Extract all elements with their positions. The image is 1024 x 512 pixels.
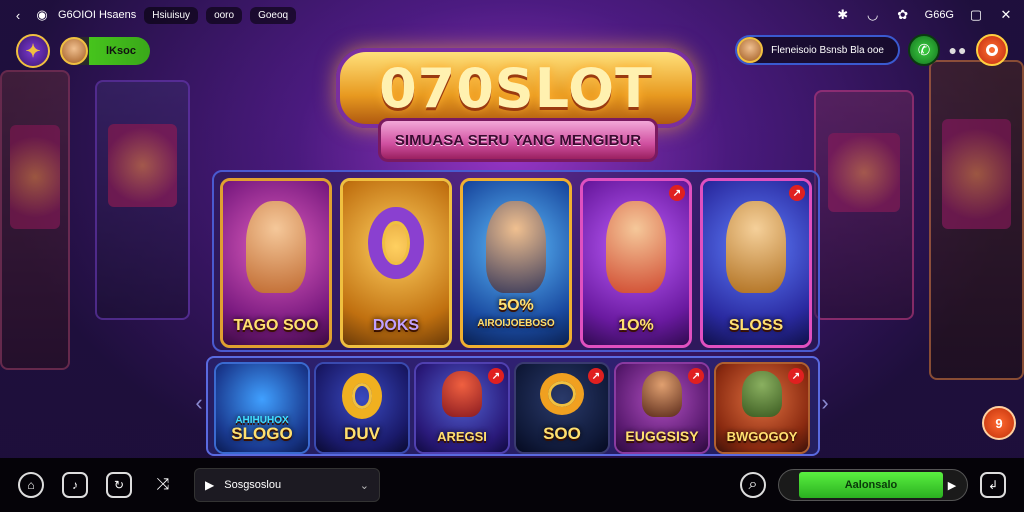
game-card[interactable]: AHIHUHOX SLOGO xyxy=(214,362,310,454)
shuffle-icon: ⤨ xyxy=(156,476,170,493)
game-card[interactable]: ↗ AREGSI xyxy=(414,362,510,454)
game-card-sublabel: AIROIJOEBOSO xyxy=(477,318,555,329)
arcade-machine-left-2 xyxy=(95,80,190,320)
exit-icon: ↲ xyxy=(987,478,999,492)
cta-label: Aalonsalo xyxy=(844,479,898,491)
logo-title: 070SLOT xyxy=(379,56,653,120)
user-name: lKsoc xyxy=(106,45,136,57)
promo-pill[interactable]: Fleneisoio Bsnsb Bla ooe xyxy=(735,35,900,65)
window-icon[interactable]: ▢ xyxy=(968,7,984,23)
search-input[interactable]: ▶ Sosgsoslou ⌄ xyxy=(194,468,380,502)
play-icon: ▶ xyxy=(205,478,215,492)
scroll-left-arrow[interactable]: ‹ xyxy=(192,388,206,418)
search-text: Sosgsoslou xyxy=(224,479,282,491)
settings-icon[interactable]: ✿ xyxy=(895,7,911,23)
promo-avatar xyxy=(737,37,764,63)
game-card[interactable]: AIROIJOEBOSO 5O% xyxy=(460,178,572,348)
cta-button[interactable]: Aalonsalo xyxy=(799,472,943,498)
app-icon: ◉ xyxy=(36,7,48,22)
status-pill-3: Goeoq xyxy=(250,6,297,24)
game-logo: 070SLOT SIMUASA SERU YANG MENGIBUR xyxy=(336,48,696,166)
new-badge-icon: ↗ xyxy=(488,368,504,384)
logo-subtitle: SIMUASA SERU YANG MENGIBUR xyxy=(394,131,642,149)
arcade-machine-right-2 xyxy=(929,60,1024,380)
shuffle-button[interactable]: ⤨ xyxy=(150,472,176,498)
new-badge-icon: ↗ xyxy=(789,185,805,201)
menu-button[interactable]: ✦ xyxy=(16,34,50,68)
phone-button[interactable]: ✆ xyxy=(908,34,940,66)
game-card-label: SLOSS xyxy=(728,317,784,334)
app-title: G6OIOI Hsaens xyxy=(58,9,137,21)
back-icon[interactable]: ‹ xyxy=(10,7,26,23)
game-card-label: SOO xyxy=(543,424,581,443)
game-card[interactable]: DUV xyxy=(314,362,410,454)
game-card-label: DUV xyxy=(344,424,380,443)
phone-icon: ✆ xyxy=(917,42,931,59)
side-action-button[interactable]: 9 xyxy=(982,406,1016,440)
game-card[interactable]: ↗ 1O% xyxy=(580,178,692,348)
game-card-label: BWGOGOY xyxy=(726,429,798,444)
status-bar: ‹ ◉ G6OIOI Hsaens Hsiuisuy ooro Goeoq ✱ … xyxy=(0,0,1024,30)
featured-games-panel: TAGO SOO DOKS AIROIJOEBOSO 5O% ↗ 1O% ↗ S… xyxy=(212,170,820,352)
status-pill-1: Hsiuisuy xyxy=(144,6,199,24)
search-button[interactable]: ⌕ xyxy=(740,472,766,498)
search-icon: ⌕ xyxy=(748,476,758,493)
game-card-label: SLOGO xyxy=(231,424,293,443)
side-action-label: 9 xyxy=(995,415,1003,431)
user-profile-pill[interactable]: lKsoc xyxy=(60,37,150,65)
bluetooth-icon: ✱ xyxy=(837,7,849,22)
scroll-right-arrow[interactable]: › xyxy=(818,388,832,418)
top-left-controls: ✦ lKsoc xyxy=(16,34,150,68)
game-card[interactable]: ↗ BWGOGOY xyxy=(714,362,810,454)
logo-banner: 070SLOT xyxy=(336,48,696,128)
media-icon: ♪ xyxy=(72,478,78,492)
close-icon[interactable]: ✕ xyxy=(998,7,1014,23)
more-options-button[interactable]: ●● xyxy=(948,42,968,58)
avatar xyxy=(60,37,88,65)
media-button[interactable]: ♪ xyxy=(62,472,88,498)
game-card[interactable]: ↗ SLOSS xyxy=(700,178,812,348)
chevron-down-icon: ⌄ xyxy=(359,479,369,492)
logo-subtitle-banner: SIMUASA SERU YANG MENGIBUR xyxy=(378,118,658,162)
wifi-icon: ◡ xyxy=(866,7,879,22)
play-icon: ▶ xyxy=(947,479,957,492)
game-card[interactable]: TAGO SOO xyxy=(220,178,332,348)
game-card-label: AREGSI xyxy=(437,429,487,444)
game-card-label: DOKS xyxy=(372,317,420,334)
game-card-label: 1O% xyxy=(618,317,654,334)
new-badge-icon: ↗ xyxy=(688,368,704,384)
exit-button[interactable]: ↲ xyxy=(980,472,1006,498)
new-badge-icon: ↗ xyxy=(588,368,604,384)
game-card-label: 5O% xyxy=(498,297,534,314)
game-card[interactable]: DOKS xyxy=(340,178,452,348)
game-card-label: EUGGSISY xyxy=(625,428,699,444)
power-icon xyxy=(986,44,998,56)
top-right-controls: Fleneisoio Bsnsb Bla ooe ✆ ●● xyxy=(735,34,1008,66)
refresh-icon: ↻ xyxy=(113,478,125,492)
cta-container: Aalonsalo ▶ xyxy=(778,469,968,501)
status-pill-2: ooro xyxy=(206,6,243,24)
power-button[interactable] xyxy=(976,34,1008,66)
bottom-bar: ⌂ ♪ ↻ ⤨ ▶ Sosgsoslou ⌄ ⌕ Aalonsalo ▶ ↲ xyxy=(0,458,1024,512)
game-card[interactable]: ↗ SOO xyxy=(514,362,610,454)
new-badge-icon: ↗ xyxy=(669,185,685,201)
refresh-button[interactable]: ↻ xyxy=(106,472,132,498)
new-badge-icon: ↗ xyxy=(788,368,804,384)
arcade-machine-left-1 xyxy=(0,70,70,370)
status-right-text: G66G xyxy=(924,9,954,21)
home-icon: ⌂ xyxy=(27,478,35,492)
promo-text: Fleneisoio Bsnsb Bla ooe xyxy=(771,44,884,56)
games-carousel: AHIHUHOX SLOGO DUV ↗ AREGSI ↗ SOO ↗ EUGG… xyxy=(206,356,820,456)
game-card[interactable]: ↗ EUGGSISY xyxy=(614,362,710,454)
home-button[interactable]: ⌂ xyxy=(18,472,44,498)
star-icon: ✦ xyxy=(25,40,41,61)
arcade-machine-right-1 xyxy=(814,90,914,320)
game-card-label: TAGO SOO xyxy=(233,317,319,334)
